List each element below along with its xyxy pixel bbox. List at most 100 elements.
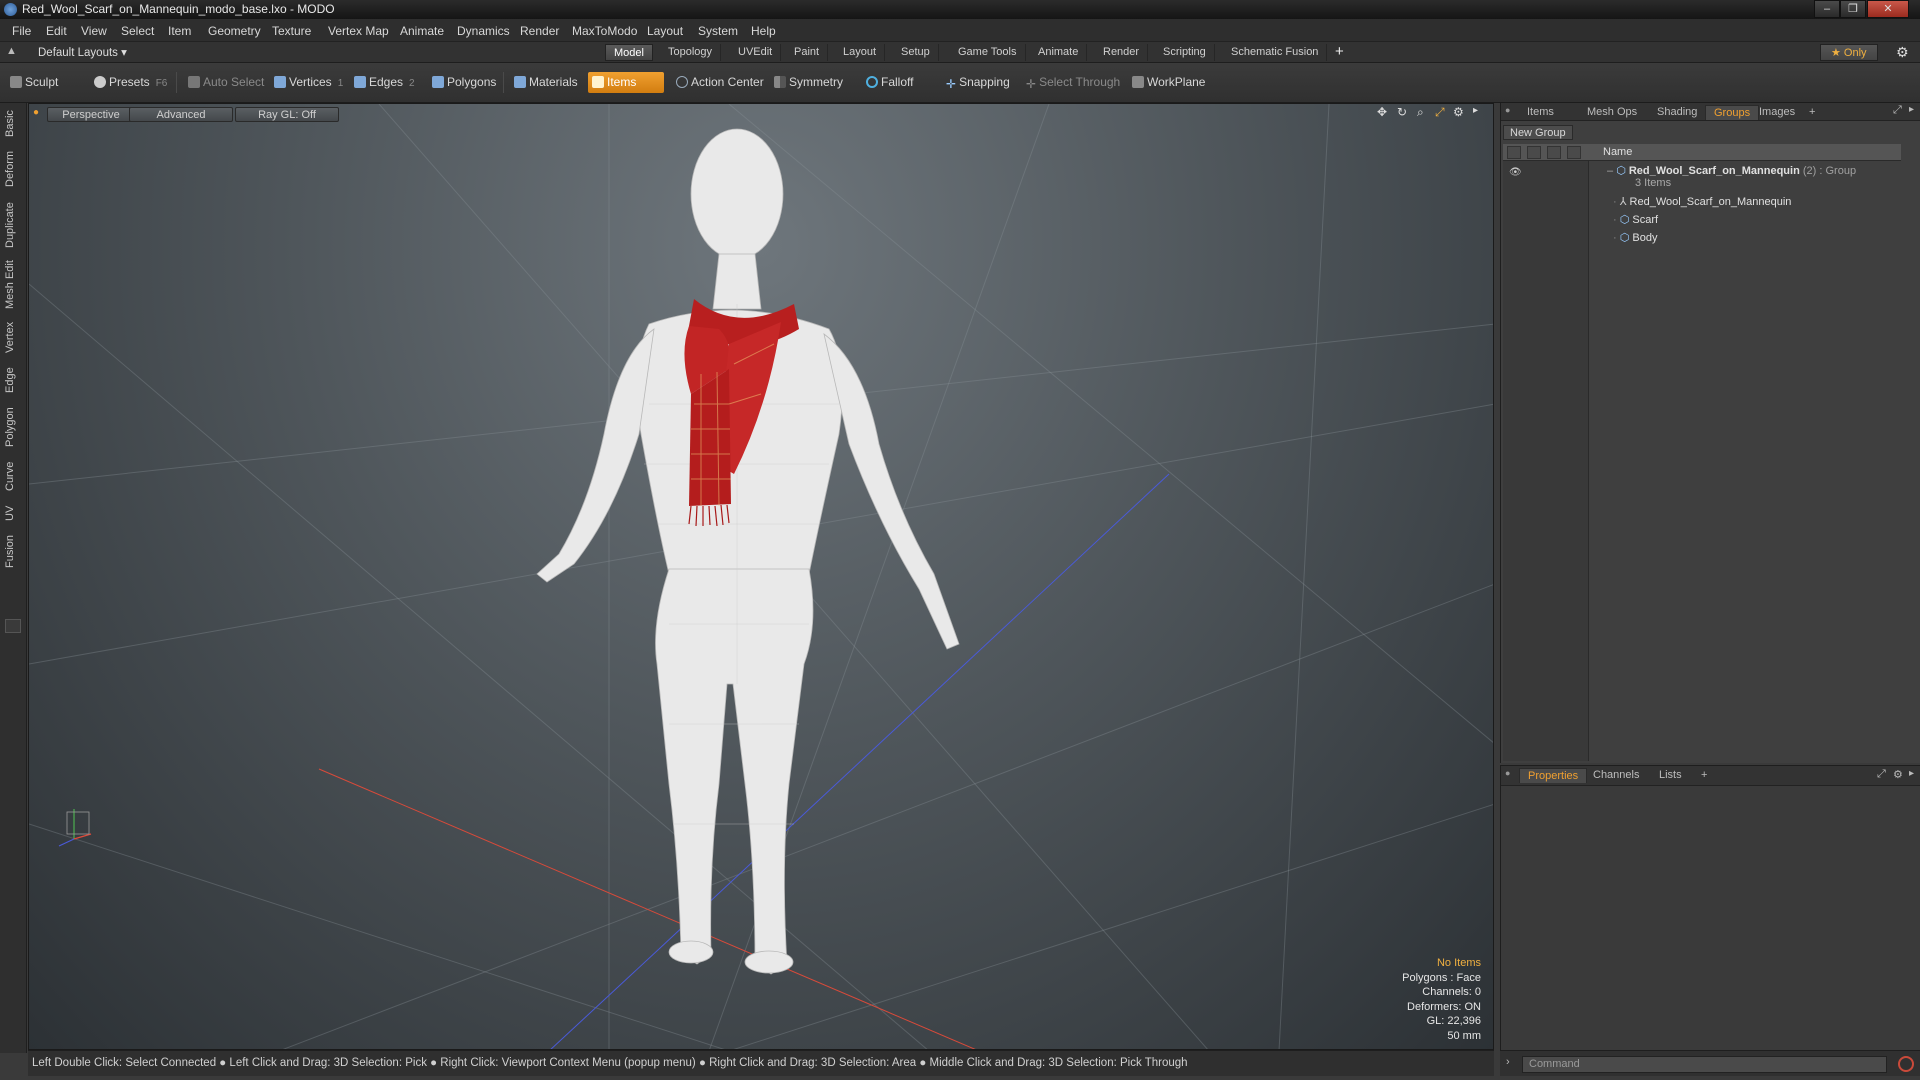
tree-connector-icon: · [1613,232,1617,244]
side-tab-uv[interactable]: UV [4,501,22,525]
menu-texture[interactable]: Texture [272,24,311,38]
presets-button[interactable]: Presets F6 [90,72,173,93]
tab-images[interactable]: Images [1751,105,1803,120]
tab-game-tools[interactable]: Game Tools [950,44,1026,61]
menu-view[interactable]: View [81,24,107,38]
snapping-button[interactable]: ✛ Snapping [942,72,1016,93]
menu-help[interactable]: Help [751,24,776,38]
snapping-label: Snapping [959,75,1010,89]
add-tab-button[interactable]: + [1801,105,1823,120]
add-layout-tab-icon[interactable]: + [1335,43,1344,60]
menu-file[interactable]: File [12,24,31,38]
group-row[interactable]: – ⬡ Red_Wool_Scarf_on_Mannequin (2) : Gr… [1607,164,1856,177]
panel-arrow-icon[interactable]: ▸ [1909,768,1914,779]
tree-item-label: Scarf [1632,214,1659,226]
collapse-icon[interactable]: ▲ [6,45,17,57]
side-tab-basic[interactable]: Basic [4,107,22,141]
side-tab-duplicate[interactable]: Duplicate [4,197,22,253]
tree-item-scene-locator[interactable]: · ⅄ Red_Wool_Scarf_on_Mannequin [1613,195,1791,208]
main-toolbar: Sculpt Presets F6 Auto Select Vertices 1 E… [0,63,1920,103]
3d-viewport[interactable]: ● Perspective Advanced Ray GL: Off ✥ ↻ ⌕… [28,103,1494,1050]
visibility-column-icon[interactable] [1507,146,1521,159]
tree-item-scarf[interactable]: · ⬡ Scarf [1613,213,1658,226]
polygons-button[interactable]: Polygons [428,72,502,93]
tab-lists[interactable]: Lists [1651,768,1690,783]
menu-item[interactable]: Item [168,24,191,38]
layout-preset-dropdown[interactable]: Default Layouts ▾ [38,45,127,59]
tab-render[interactable]: Render [1095,44,1149,61]
side-tab-edge[interactable]: Edge [4,363,22,397]
tab-properties[interactable]: Properties [1519,768,1588,783]
falloff-button[interactable]: Falloff [862,72,919,93]
add-tab-button[interactable]: + [1693,768,1715,783]
tab-setup[interactable]: Setup [893,44,939,61]
presets-shortcut: F6 [155,78,168,89]
sidebar-toggle-button[interactable] [5,619,21,633]
tab-channels[interactable]: Channels [1585,768,1647,783]
render-column-icon[interactable] [1567,146,1581,159]
only-toggle-button[interactable]: ★ Only [1820,44,1878,61]
select-through-icon: ✛ [1026,77,1037,91]
menu-dynamics[interactable]: Dynamics [457,24,510,38]
menu-render[interactable]: Render [520,24,559,38]
maximize-button[interactable]: ❐ [1840,0,1866,18]
tab-layout[interactable]: Layout [835,44,886,61]
select-column-icon[interactable] [1547,146,1561,159]
side-tab-curve[interactable]: Curve [4,457,22,495]
items-button[interactable]: Items [588,72,664,93]
panel-arrow-icon[interactable]: ▸ [1909,104,1914,115]
symmetry-button[interactable]: Symmetry [770,72,849,93]
vertices-button[interactable]: Vertices 1 [270,72,349,93]
select-through-button[interactable]: ✛ Select Through [1022,72,1126,93]
new-group-button[interactable]: New Group [1503,125,1573,140]
edges-button[interactable]: Edges 2 [350,72,421,93]
record-macro-icon[interactable] [1898,1056,1914,1072]
command-history-arrow-icon[interactable]: › [1506,1056,1510,1068]
side-tab-fusion[interactable]: Fusion [4,531,22,571]
tab-schematic-fusion[interactable]: Schematic Fusion [1223,44,1328,61]
side-tab-polygon[interactable]: Polygon [4,403,22,451]
menu-vertex-map[interactable]: Vertex Map [328,24,389,38]
tab-mesh-ops[interactable]: Mesh Ops [1579,105,1645,120]
side-tab-vertex[interactable]: Vertex [4,317,22,357]
menu-select[interactable]: Select [121,24,154,38]
tree-item-body[interactable]: · ⬡ Body [1613,231,1657,244]
gear-icon[interactable]: ⚙ [1896,44,1909,61]
title-bar: Red_Wool_Scarf_on_Mannequin_modo_base.lx… [0,0,1920,19]
workplane-button[interactable]: WorkPlane [1128,72,1211,93]
tab-items[interactable]: Items [1519,105,1562,120]
menu-maxtomodo[interactable]: MaxToModo [572,24,637,38]
sculpt-button[interactable]: Sculpt [6,72,64,93]
panel-settings-gear-icon[interactable]: ⚙ [1893,768,1903,781]
menu-geometry[interactable]: Geometry [208,24,261,38]
minimize-button[interactable]: – [1814,0,1840,18]
tab-topology[interactable]: Topology [660,44,722,61]
side-tab-deform[interactable]: Deform [4,147,22,191]
expand-panel-icon[interactable]: ⤢ [1877,768,1886,781]
action-center-button[interactable]: Action Center [672,72,770,93]
close-button[interactable]: ✕ [1867,0,1909,18]
tab-uvedit[interactable]: UVEdit [730,44,782,61]
tab-shading[interactable]: Shading [1649,105,1705,120]
presets-icon [94,76,106,88]
panel-menu-icon[interactable]: ● [1505,768,1510,778]
tab-paint[interactable]: Paint [786,44,829,61]
tab-model[interactable]: Model [605,44,653,61]
group-visibility-eye-icon[interactable]: 👁 [1509,167,1522,178]
tab-scripting[interactable]: Scripting [1155,44,1215,61]
menu-animate[interactable]: Animate [400,24,444,38]
menu-layout[interactable]: Layout [647,24,683,38]
expand-panel-icon[interactable]: ⤢ [1893,104,1902,117]
menu-edit[interactable]: Edit [46,24,67,38]
lock-column-icon[interactable] [1527,146,1541,159]
expand-group-icon[interactable]: – [1607,165,1613,177]
name-column-header[interactable]: Name [1603,146,1632,158]
menu-system[interactable]: System [698,24,738,38]
auto-select-button[interactable]: Auto Select [184,72,270,93]
panel-menu-icon[interactable]: ● [1505,105,1510,115]
tab-animate[interactable]: Animate [1030,44,1088,61]
materials-button[interactable]: Materials [510,72,584,93]
side-tab-mesh-edit[interactable]: Mesh Edit [4,259,22,311]
group-item-count: 3 Items [1635,177,1672,189]
command-input[interactable]: Command [1522,1056,1887,1073]
